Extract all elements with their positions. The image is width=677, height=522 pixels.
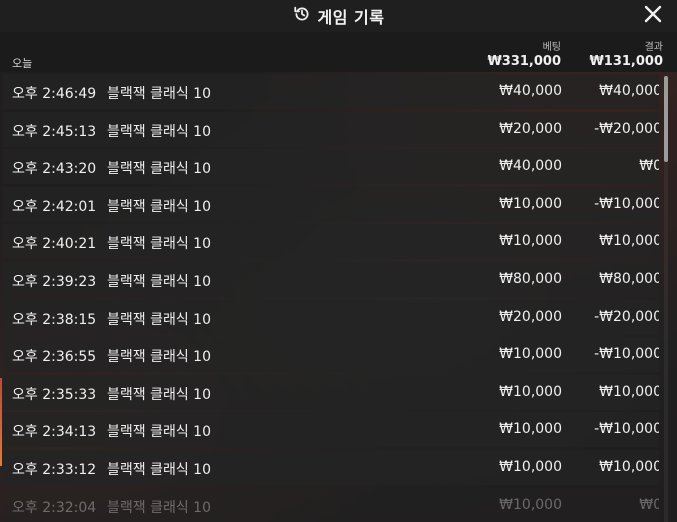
history-row[interactable]: 오후 2:38:15 블랙잭 클래식 10 ₩20,000 -₩20,000 (3, 299, 659, 335)
row-game: 블랙잭 클래식 10 (107, 424, 211, 441)
row-game: 블랙잭 클래식 10 (107, 311, 211, 328)
page-title: 게임 기록 (317, 8, 385, 27)
row-bet: ₩10,000 (499, 346, 562, 363)
row-game: 블랙잭 클래식 10 (107, 273, 211, 290)
row-result: -₩20,000 (594, 120, 659, 137)
row-result: ₩80,000 (599, 270, 659, 287)
summary-bar: 베팅 결과 오늘 ₩331,000 ₩131,000 (0, 32, 677, 72)
row-time: 오후 2:46:49 (12, 86, 97, 102)
row-time: 오후 2:40:21 (12, 236, 97, 253)
row-game: 블랙잭 클래식 10 (107, 386, 211, 403)
row-result: -₩10,000 (594, 195, 659, 212)
close-button[interactable] (641, 4, 665, 28)
row-game: 블랙잭 클래식 10 (107, 123, 211, 140)
row-bet: ₩10,000 (499, 233, 562, 250)
close-icon[interactable] (644, 5, 662, 27)
row-time: 오후 2:36:55 (12, 349, 97, 366)
history-row[interactable]: 오후 2:40:21 블랙잭 클래식 10 ₩10,000 ₩10,000 (3, 224, 659, 260)
row-result: ₩0 (639, 496, 659, 513)
row-time: 오후 2:32:04 (12, 499, 97, 516)
row-time: 오후 2:39:23 (12, 273, 97, 290)
history-row[interactable]: 오후 2:42:01 블랙잭 클래식 10 ₩10,000 -₩10,000 (3, 186, 659, 222)
header: 게임 기록 (0, 0, 677, 32)
date-label: 오늘 (12, 57, 33, 70)
row-game: 블랙잭 클래식 10 (107, 236, 211, 253)
result-column-header: 결과 (644, 42, 663, 53)
row-game: 블랙잭 클래식 10 (107, 198, 211, 215)
row-game: 블랙잭 클래식 10 (107, 461, 211, 478)
row-time: 오후 2:45:13 (12, 123, 97, 140)
history-row[interactable]: 오후 2:43:20 블랙잭 클래식 10 ₩40,000 ₩0 (3, 149, 659, 185)
row-time: 오후 2:43:20 (12, 161, 97, 178)
row-bet: ₩10,000 (499, 421, 562, 438)
scrollbar[interactable] (664, 76, 668, 522)
scrollbar-thumb[interactable] (664, 76, 668, 162)
history-list: 오후 2:46:49 블랙잭 클래식 10 ₩40,000 ₩40,000 오후… (3, 74, 659, 522)
row-bet: ₩20,000 (499, 308, 562, 325)
row-bet: ₩40,000 (499, 83, 562, 99)
total-bet: ₩331,000 (487, 54, 561, 69)
bet-column-header: 베팅 (542, 42, 561, 53)
row-game: 블랙잭 클래식 10 (107, 86, 211, 102)
row-time: 오후 2:34:13 (12, 424, 97, 441)
row-result: ₩40,000 (599, 83, 659, 99)
row-result: ₩10,000 (599, 383, 659, 400)
row-bet: ₩10,000 (499, 496, 562, 513)
row-bet: ₩40,000 (499, 158, 562, 175)
row-bet: ₩10,000 (499, 383, 562, 400)
row-game: 블랙잭 클래식 10 (107, 499, 211, 516)
game-history-panel: 게임 기록 베팅 결과 오늘 ₩331,000 ₩131,000 오후 2:46… (0, 0, 677, 522)
row-game: 블랙잭 클래식 10 (107, 161, 211, 178)
history-row[interactable]: 오후 2:36:55 블랙잭 클래식 10 ₩10,000 -₩10,000 (3, 337, 659, 373)
row-result: -₩20,000 (594, 308, 659, 325)
row-time: 오후 2:33:12 (12, 461, 97, 478)
row-result: ₩10,000 (599, 458, 659, 475)
row-bet: ₩80,000 (499, 270, 562, 287)
total-result: ₩131,000 (589, 54, 663, 69)
history-row[interactable]: 오후 2:33:12 블랙잭 클래식 10 ₩10,000 ₩10,000 (3, 449, 659, 485)
row-bet: ₩20,000 (499, 120, 562, 137)
title-wrap: 게임 기록 (293, 4, 385, 28)
history-row[interactable]: 오후 2:39:23 블랙잭 클래식 10 ₩80,000 ₩80,000 (3, 261, 659, 297)
history-row[interactable]: 오후 2:32:04 블랙잭 클래식 10 ₩10,000 ₩0 (3, 487, 659, 522)
row-game: 블랙잭 클래식 10 (107, 349, 211, 366)
row-time: 오후 2:35:33 (12, 386, 97, 403)
row-result: -₩10,000 (594, 421, 659, 438)
row-bet: ₩10,000 (499, 458, 562, 475)
row-result: -₩10,000 (594, 346, 659, 363)
left-accent-strip (0, 378, 2, 466)
row-result: ₩0 (639, 158, 659, 175)
history-row[interactable]: 오후 2:34:13 블랙잭 클래식 10 ₩10,000 -₩10,000 (3, 412, 659, 448)
history-icon (293, 5, 311, 27)
row-bet: ₩10,000 (499, 195, 562, 212)
history-row[interactable]: 오후 2:46:49 블랙잭 클래식 10 ₩40,000 ₩40,000 (3, 74, 659, 109)
row-result: ₩10,000 (599, 233, 659, 250)
history-row[interactable]: 오후 2:45:13 블랙잭 클래식 10 ₩20,000 -₩20,000 (3, 111, 659, 147)
history-row[interactable]: 오후 2:35:33 블랙잭 클래식 10 ₩10,000 ₩10,000 (3, 374, 659, 410)
row-time: 오후 2:42:01 (12, 198, 97, 215)
row-time: 오후 2:38:15 (12, 311, 97, 328)
